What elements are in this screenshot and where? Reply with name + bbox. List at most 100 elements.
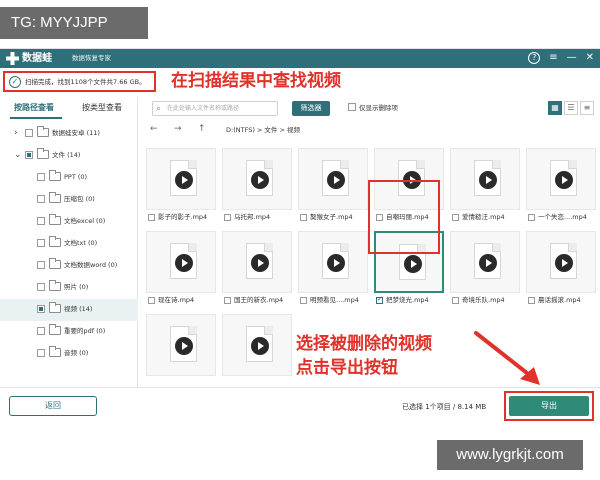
- tree-checkbox[interactable]: [25, 129, 33, 137]
- file-thumbnail[interactable]: [146, 148, 216, 210]
- tree-checkbox[interactable]: [37, 261, 45, 269]
- tree-item-label: 压缩包 (0): [64, 195, 95, 203]
- tree-item-videos[interactable]: 视频 (14): [0, 299, 138, 321]
- view-mode-switcher: ▦ ☰ ≡: [548, 101, 594, 115]
- file-checkbox[interactable]: [148, 214, 155, 221]
- file-checkbox[interactable]: [300, 214, 307, 221]
- close-icon[interactable]: ✕: [586, 51, 594, 65]
- grid-view-icon[interactable]: ▦: [548, 101, 562, 115]
- minimize-icon[interactable]: —: [567, 51, 577, 65]
- tree-item-label: 音频 (0): [64, 349, 89, 357]
- tree-checkbox[interactable]: [25, 151, 33, 159]
- tree-item-word[interactable]: 文档数据word (0): [0, 255, 138, 277]
- tree-checkbox[interactable]: [37, 173, 45, 181]
- file-thumbnail[interactable]: [146, 231, 216, 293]
- file-tile[interactable]: [222, 309, 292, 387]
- deleted-only-toggle[interactable]: 仅显示删除项: [348, 102, 398, 114]
- file-checkbox[interactable]: [452, 214, 459, 221]
- file-tile[interactable]: 奇境乐队.mp4: [450, 226, 520, 306]
- file-tile[interactable]: 国王的新衣.mp4: [222, 226, 292, 306]
- filter-button[interactable]: 筛选器: [292, 101, 330, 116]
- tree-checkbox[interactable]: [37, 239, 45, 247]
- tree-item-android[interactable]: › 数据蛙安卓 (11): [0, 123, 138, 145]
- file-tile[interactable]: 影子的影子.mp4: [146, 143, 216, 223]
- video-file-icon: [550, 160, 577, 196]
- file-checkbox[interactable]: [376, 295, 383, 304]
- file-caption: 獒猴女子.mp4: [298, 212, 373, 223]
- search-input[interactable]: ⌕ 在此处输入文件名称或路径: [152, 101, 278, 116]
- tree-item-pdf[interactable]: 重要的pdf (0): [0, 321, 138, 343]
- deleted-only-checkbox[interactable]: [348, 103, 356, 111]
- file-thumbnail[interactable]: [298, 231, 368, 293]
- tree-item-label: 重要的pdf (0): [64, 327, 106, 335]
- watermark-bottom: www.lygrkjt.com: [437, 440, 583, 470]
- tree-item-label: PPT (0): [64, 173, 88, 181]
- chevron-right-icon[interactable]: ›: [14, 127, 18, 139]
- file-thumbnail[interactable]: [526, 148, 596, 210]
- tab-by-type[interactable]: 按类型查看: [82, 101, 122, 115]
- folder-icon: [49, 346, 61, 357]
- up-arrow-icon[interactable]: ↑: [198, 123, 206, 135]
- file-tile[interactable]: 爱情糙汪.mp4: [450, 143, 520, 223]
- tree-checkbox[interactable]: [37, 195, 45, 203]
- check-circle-icon: ✓: [9, 76, 21, 88]
- file-tile[interactable]: 晨话摇滚.mp4: [526, 226, 596, 306]
- folder-icon: [49, 192, 61, 203]
- chevron-down-icon[interactable]: ⌄: [14, 149, 22, 161]
- tree-checkbox[interactable]: [37, 327, 45, 335]
- tree-item-archive[interactable]: 压缩包 (0): [0, 189, 138, 211]
- file-thumbnail[interactable]: [526, 231, 596, 293]
- sidebar: 按路径查看 按类型查看 › 数据蛙安卓 (11) ⌄ 文件 (14) PPT (…: [0, 97, 138, 387]
- annotation-arrow-icon: [474, 331, 540, 385]
- tree-checkbox[interactable]: [37, 283, 45, 291]
- file-tile[interactable]: 一个失恋....mp4: [526, 143, 596, 223]
- tab-by-path[interactable]: 按路径查看: [14, 101, 54, 115]
- file-checkbox[interactable]: [224, 297, 231, 304]
- help-icon[interactable]: ?: [528, 52, 541, 64]
- file-thumbnail[interactable]: [298, 148, 368, 210]
- play-icon: [251, 337, 269, 355]
- tree-item-txt[interactable]: 文档txt (0): [0, 233, 138, 255]
- file-tile[interactable]: 明预看见....mp4: [298, 226, 368, 306]
- search-placeholder: 在此处输入文件名称或路径: [167, 105, 240, 112]
- tree-checkbox[interactable]: [37, 305, 45, 313]
- file-checkbox[interactable]: [528, 297, 535, 304]
- back-arrow-icon[interactable]: ←: [150, 123, 158, 135]
- file-thumbnail[interactable]: [222, 314, 292, 376]
- file-tile[interactable]: 现在诗.mp4: [146, 226, 216, 306]
- file-thumbnail[interactable]: [146, 314, 216, 376]
- file-name: 把梦烧光.mp4: [386, 296, 429, 304]
- back-button[interactable]: 返回: [9, 396, 97, 416]
- tree-item-photos[interactable]: 照片 (0): [0, 277, 138, 299]
- menu-icon[interactable]: ≡: [549, 51, 557, 65]
- file-checkbox[interactable]: [452, 297, 459, 304]
- file-thumbnail[interactable]: [450, 148, 520, 210]
- tree-item-excel[interactable]: 文档excel (0): [0, 211, 138, 233]
- detail-view-icon[interactable]: ≡: [580, 101, 594, 115]
- tree-item-ppt[interactable]: PPT (0): [0, 167, 138, 189]
- tree-checkbox[interactable]: [37, 349, 45, 357]
- file-thumbnail[interactable]: [222, 231, 292, 293]
- tree-item-files[interactable]: ⌄ 文件 (14): [0, 145, 138, 167]
- file-tile[interactable]: 獒猴女子.mp4: [298, 143, 368, 223]
- window-controls: ? ≡ — ✕: [528, 51, 594, 65]
- file-checkbox[interactable]: [148, 297, 155, 304]
- deleted-only-label: 仅显示删除项: [359, 104, 398, 112]
- tree-checkbox[interactable]: [37, 217, 45, 225]
- file-tile[interactable]: 乌托邦.mp4: [222, 143, 292, 223]
- file-checkbox[interactable]: [528, 214, 535, 221]
- file-caption: 现在诗.mp4: [146, 295, 221, 306]
- tree-item-audio[interactable]: 音频 (0): [0, 343, 138, 365]
- list-view-icon[interactable]: ☰: [564, 101, 578, 115]
- forward-arrow-icon[interactable]: →: [174, 123, 182, 135]
- file-tile[interactable]: [146, 309, 216, 387]
- file-checkbox[interactable]: [224, 214, 231, 221]
- file-name: 乌托邦.mp4: [234, 213, 271, 221]
- video-file-icon: [246, 243, 273, 279]
- file-name: 奇境乐队.mp4: [462, 296, 505, 304]
- file-thumbnail[interactable]: [222, 148, 292, 210]
- video-file-icon: [322, 243, 349, 279]
- file-thumbnail[interactable]: [450, 231, 520, 293]
- file-checkbox[interactable]: [300, 297, 307, 304]
- export-button[interactable]: 导出: [509, 396, 589, 416]
